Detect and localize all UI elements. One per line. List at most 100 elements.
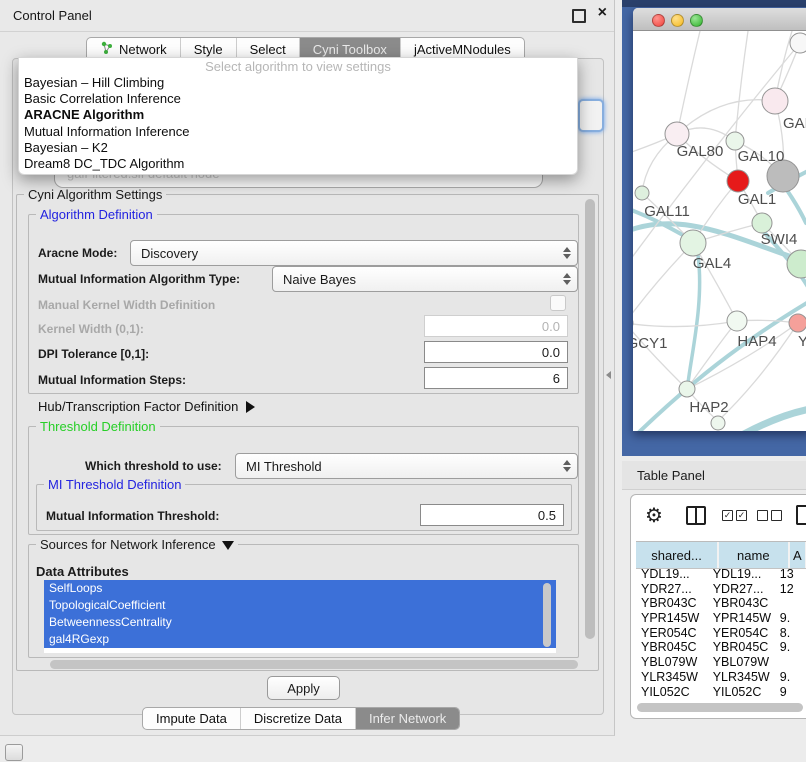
table-cell xyxy=(775,596,806,611)
minimize-window-icon[interactable] xyxy=(671,14,684,27)
tab-infer-network[interactable]: Infer Network xyxy=(355,708,459,729)
column-header-a[interactable]: A xyxy=(790,542,806,568)
node-label-gal: GAL xyxy=(783,115,806,132)
minimized-panel-button[interactable] xyxy=(5,744,23,761)
which-threshold-combo[interactable]: MI Threshold xyxy=(235,453,578,479)
cyni-settings-title: Cyni Algorithm Settings xyxy=(24,187,166,202)
collapsed-arrow-icon xyxy=(246,401,255,413)
algorithm-option-aracne-algorithm[interactable]: ARACNE Algorithm xyxy=(19,107,577,123)
mi-type-combo[interactable]: Naive Bayes xyxy=(272,266,578,292)
hub-definition-label: Hub/Transcription Factor Definition xyxy=(38,399,238,414)
split-columns-icon[interactable] xyxy=(686,506,706,525)
algorithm-dropdown-popup: Select algorithm to view settings Bayesi… xyxy=(18,57,578,175)
network-node[interactable] xyxy=(789,314,806,332)
node-label-gal10: GAL10 xyxy=(738,148,785,165)
table-row[interactable]: YPR145WYPR145W9. xyxy=(636,611,806,626)
control-panel-titlebar: Control Panel × xyxy=(0,0,614,32)
aracne-mode-combo[interactable]: Discovery xyxy=(130,240,578,266)
hub-definition-expander[interactable]: Hub/Transcription Factor Definition xyxy=(38,399,255,414)
gear-icon[interactable]: ⚙ xyxy=(645,503,663,528)
table-cell: YPR145W xyxy=(636,611,708,626)
network-node[interactable] xyxy=(680,230,706,256)
apply-button[interactable]: Apply xyxy=(267,676,340,700)
table-horizontal-scrollbar[interactable] xyxy=(637,703,803,712)
data-attributes-label: Data Attributes xyxy=(36,564,129,579)
float-panel-icon[interactable] xyxy=(572,9,586,23)
network-edge xyxy=(742,409,806,431)
network-canvas[interactable]: GALGAL80GAL10GAL1GAL11SWI4GAL4GCY1HAP4YH… xyxy=(633,31,806,431)
column-header-name[interactable]: name xyxy=(719,542,790,568)
network-node[interactable] xyxy=(635,186,649,200)
dpi-tolerance-label: DPI Tolerance [0,1]: xyxy=(38,347,149,361)
network-edge xyxy=(633,323,687,389)
close-panel-icon[interactable]: × xyxy=(598,4,607,22)
network-node[interactable] xyxy=(727,170,749,192)
attribute-item-selfloops[interactable]: SelfLoops xyxy=(44,580,556,597)
algorithm-option-basic-correlation-inference[interactable]: Basic Correlation Inference xyxy=(19,91,577,107)
inference-combo-fragment[interactable] xyxy=(578,99,604,132)
sources-title[interactable]: Sources for Network Inference xyxy=(36,537,238,552)
deselect-all-icon[interactable] xyxy=(757,510,782,521)
network-node[interactable] xyxy=(711,416,725,430)
table-cell: YIL052C xyxy=(708,685,775,700)
node-label-gal80: GAL80 xyxy=(677,143,724,160)
table-row[interactable]: YER054CYER054C8. xyxy=(636,626,806,641)
network-node[interactable] xyxy=(790,33,806,53)
table-row[interactable]: YDL19...YDL19...13 xyxy=(636,567,806,582)
table-cell: YBL079W xyxy=(708,655,775,670)
table-panel-header: Table Panel xyxy=(622,461,806,490)
manual-kernel-checkbox[interactable] xyxy=(550,295,566,311)
control-panel-window: Control Panel × NetworkStyleSelectCyni T… xyxy=(0,0,615,736)
screen: Control Panel × NetworkStyleSelectCyni T… xyxy=(0,0,806,762)
attributes-vertical-scrollbar[interactable] xyxy=(543,583,551,647)
network-edge xyxy=(688,255,700,383)
toolbar-extra-icon[interactable] xyxy=(796,505,806,525)
column-header-shared[interactable]: shared... xyxy=(636,542,719,568)
network-node[interactable] xyxy=(679,381,695,397)
table-row[interactable]: YLR345WYLR345W9. xyxy=(636,670,806,685)
algorithm-option-mutual-information-inference[interactable]: Mutual Information Inference xyxy=(19,124,577,140)
mi-type-label: Mutual Information Algorithm Type: xyxy=(38,272,240,286)
mi-threshold-field[interactable]: 0.5 xyxy=(420,504,564,526)
close-window-icon[interactable] xyxy=(652,14,665,27)
table-cell: 8. xyxy=(775,626,806,641)
tab-impute-data[interactable]: Impute Data xyxy=(143,708,240,729)
table-panel-title: Table Panel xyxy=(637,468,705,483)
splitter-handle[interactable] xyxy=(604,369,613,380)
network-node[interactable] xyxy=(762,88,788,114)
mi-steps-value: 6 xyxy=(553,371,560,386)
attribute-item-gal4rgexp[interactable]: gal4RGexp xyxy=(44,631,556,648)
algorithm-option-bayesian-k2[interactable]: Bayesian – K2 xyxy=(19,140,577,156)
table-cell: YBR043C xyxy=(708,596,775,611)
apply-label: Apply xyxy=(287,681,320,696)
node-label-y: Y xyxy=(798,333,806,350)
tab-discretize-data[interactable]: Discretize Data xyxy=(240,708,355,729)
node-label-gal1: GAL1 xyxy=(738,191,776,208)
algorithm-option-bayesian-hill-climbing[interactable]: Bayesian – Hill Climbing xyxy=(19,75,577,91)
expanded-arrow-icon xyxy=(222,541,234,550)
dpi-tolerance-field[interactable]: 0.0 xyxy=(424,341,568,363)
network-window-titlebar[interactable] xyxy=(633,8,806,31)
table-row[interactable]: YBR045CYBR045C9. xyxy=(636,640,806,655)
table-row[interactable]: YBR043CYBR043C xyxy=(636,596,806,611)
settings-horizontal-scrollbar[interactable] xyxy=(50,660,578,669)
table-row[interactable]: YIL052CYIL052C9 xyxy=(636,685,806,700)
network-node[interactable] xyxy=(727,311,747,331)
kernel-width-field[interactable]: 0.0 xyxy=(424,315,568,337)
network-node[interactable] xyxy=(752,213,772,233)
mi-steps-field[interactable]: 6 xyxy=(424,367,568,389)
table-row[interactable]: YDR27...YDR27...12 xyxy=(636,582,806,597)
algorithm-option-dream8-dc-tdc-algorithm[interactable]: Dream8 DC_TDC Algorithm xyxy=(19,156,577,172)
node-label-swi4: SWI4 xyxy=(761,231,798,248)
table-cell: 13 xyxy=(775,567,806,582)
attribute-item-topologicalcoefficient[interactable]: TopologicalCoefficient xyxy=(44,597,556,614)
network-edge xyxy=(735,31,748,141)
table-cell: YER054C xyxy=(636,626,708,641)
kernel-width-label: Kernel Width (0,1): xyxy=(38,322,144,336)
zoom-window-icon[interactable] xyxy=(690,14,703,27)
attribute-item-betweennesscentrality[interactable]: BetweennessCentrality xyxy=(44,614,556,631)
select-all-icon[interactable]: ✓✓ xyxy=(722,510,747,521)
table-row[interactable]: YBL079WYBL079W xyxy=(636,655,806,670)
algorithm-list: Bayesian – Hill ClimbingBasic Correlatio… xyxy=(19,75,577,172)
settings-vertical-scrollbar[interactable] xyxy=(585,199,595,639)
